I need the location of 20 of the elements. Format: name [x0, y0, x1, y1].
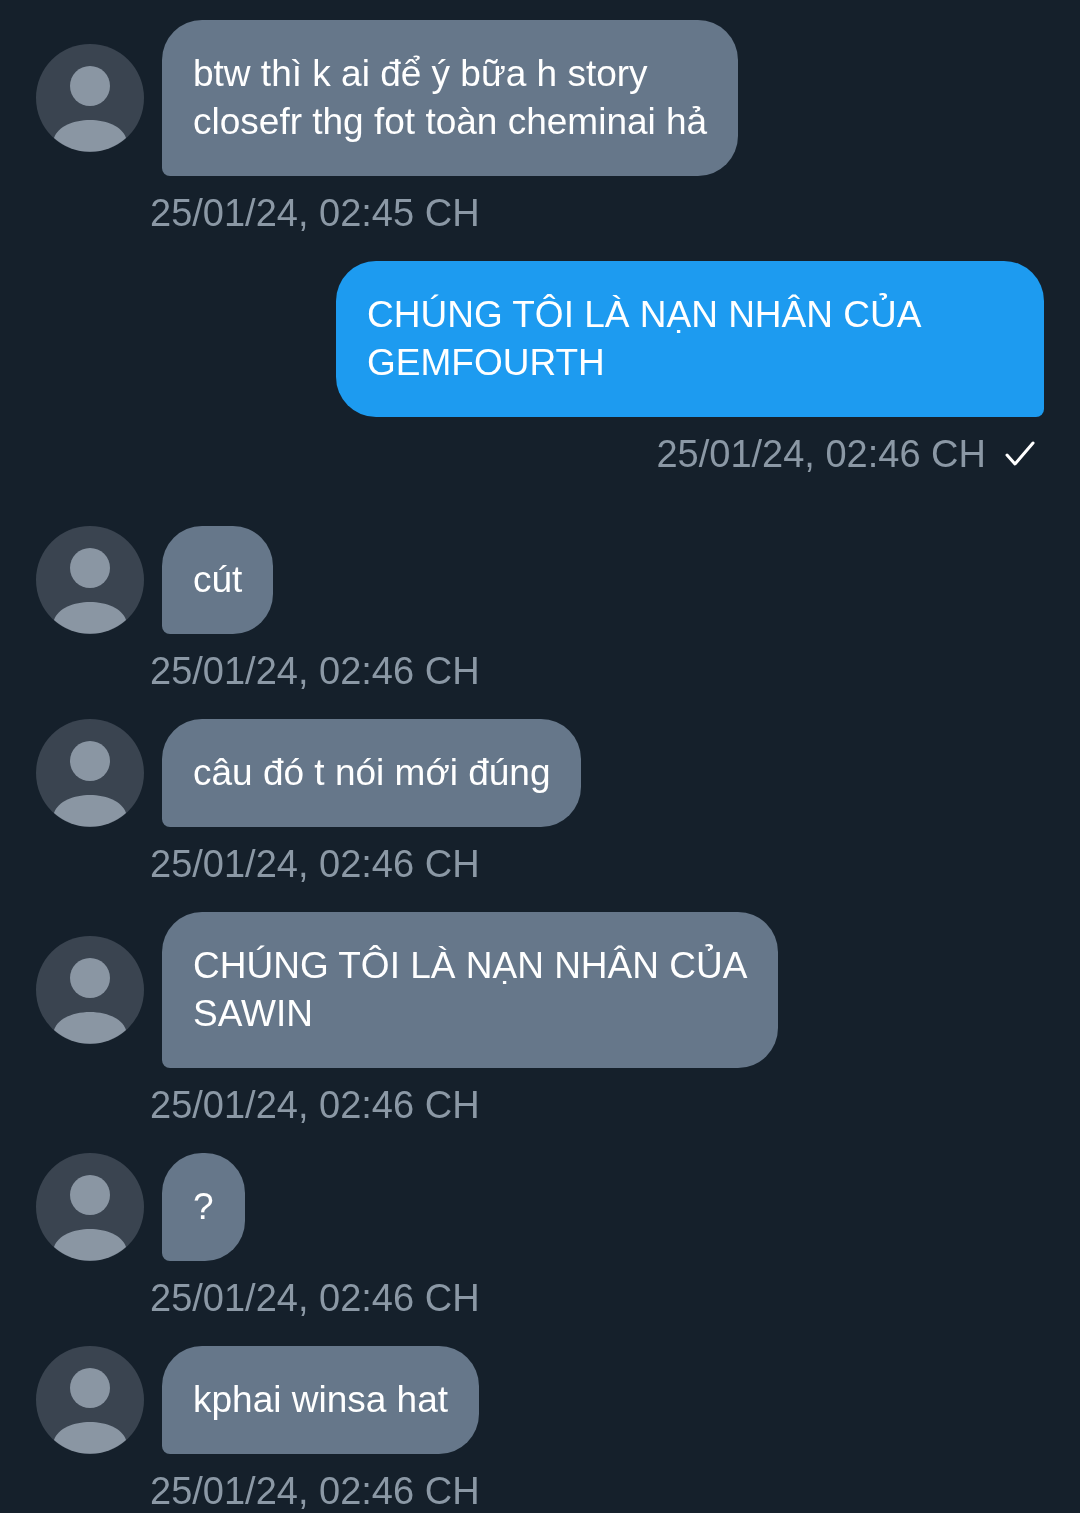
message-bubble: ? [162, 1153, 245, 1261]
message-timestamp: 25/01/24, 02:46 CH [150, 649, 480, 693]
avatar-icon[interactable] [36, 44, 144, 152]
message-timestamp: 25/01/24, 02:46 CH [150, 842, 480, 886]
message-bubble: CHÚNG TÔI LÀ NẠN NHÂN CỦA SAWIN [162, 912, 779, 1068]
message-timestamp: 25/01/24, 02:46 CH [150, 1083, 480, 1127]
message-bubble: cút [162, 526, 274, 634]
avatar-icon[interactable] [36, 526, 144, 634]
message-timestamp: 25/01/24, 02:45 CH [150, 191, 480, 235]
avatar-icon[interactable] [36, 1153, 144, 1261]
avatar-icon[interactable] [36, 1346, 144, 1454]
message-timestamp: 25/01/24, 02:46 CH [656, 432, 986, 476]
message-bubble: btw thì k ai để ý bữa h story closefr thg fot toàn cheminai hả [162, 20, 739, 176]
message-timestamp: 25/01/24, 02:46 CH [150, 1276, 480, 1320]
message-bubble: CHÚNG TÔI LÀ NẠN NHÂN CỦA GEMFOURTH [336, 261, 1044, 417]
message-timestamp: 25/01/24, 02:46 CH [150, 1469, 480, 1513]
avatar-icon[interactable] [36, 936, 144, 1044]
avatar-icon[interactable] [36, 719, 144, 827]
message-bubble: kphai winsa hat [162, 1346, 480, 1454]
message-bubble: câu đó t nói mới đúng [162, 719, 582, 827]
